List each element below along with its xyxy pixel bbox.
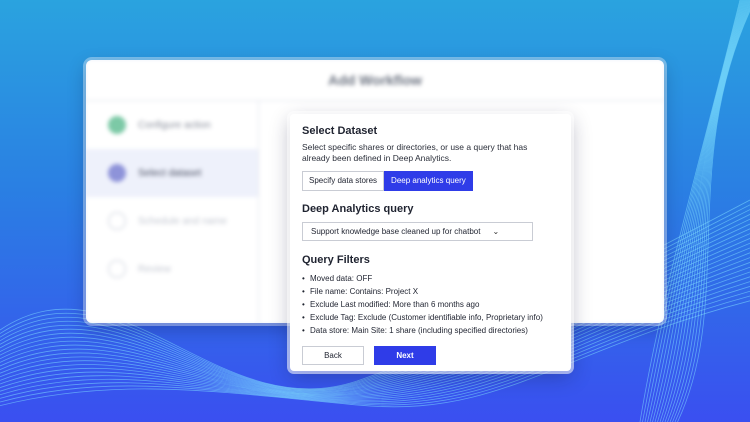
list-item: • Moved data: OFF [302,272,559,285]
query-filters-list: • Moved data: OFF • File name: Contains: P… [302,272,559,337]
filter-text: Data store: Main Site: 1 share (includin… [310,326,528,335]
query-section-title: Deep Analytics query [302,203,414,215]
bullet-icon: • [302,274,305,283]
dialog-title: Select Dataset [302,125,378,137]
filter-text: File name: Contains: Project X [310,287,419,296]
step-complete-icon [108,116,126,134]
dialog-description: Select specific shares or directories, o… [302,142,528,163]
step-label: Review [138,263,171,275]
select-dataset-dialog: Select Dataset Select specific shares or… [290,114,571,371]
step-pending-icon [108,260,126,278]
wave-line [657,0,748,422]
step-pending-icon [108,212,126,230]
back-button[interactable]: Back [302,346,364,365]
list-item: • File name: Contains: Project X [302,285,559,298]
bullet-icon: • [302,313,305,322]
query-select[interactable]: Support knowledge base cleaned up for ch… [302,222,533,241]
workflow-steps-sidebar: Configure action Select dataset Schedule… [86,101,259,323]
filter-text: Exclude Tag: Exclude (Customer identifia… [310,313,543,322]
bullet-icon: • [302,300,305,309]
step-select-dataset: Select dataset [86,149,258,197]
wave-line [662,0,750,422]
tab-deep-analytics-query[interactable]: Deep analytics query [384,171,473,191]
tab-specify-data-stores[interactable]: Specify data stores [302,171,385,191]
query-select-value: Support knowledge base cleaned up for ch… [311,227,481,236]
next-button[interactable]: Next [374,346,436,365]
filters-title: Query Filters [302,254,370,266]
step-configure-action: Configure action [86,101,258,149]
bullet-icon: • [302,287,305,296]
dataset-source-tabs: Specify data stores Deep analytics query [302,171,559,191]
list-item: • Data store: Main Site: 1 share (includi… [302,324,559,337]
background-window-title: Add Workflow [86,60,664,101]
step-schedule-and-name: Schedule and name [86,197,258,245]
list-item: • Exclude Tag: Exclude (Customer identifi… [302,311,559,324]
bullet-icon: • [302,326,305,335]
filter-text: Moved data: OFF [310,274,373,283]
step-label: Configure action [138,119,211,131]
step-review: Review [86,245,258,293]
step-active-icon [108,164,126,182]
step-label: Select dataset [138,167,202,179]
step-label: Schedule and name [138,215,227,227]
dialog-actions: Back Next [302,346,559,365]
chevron-down-icon: ⌄ [492,227,500,236]
filter-text: Exclude Last modified: More than 6 month… [310,300,480,309]
list-item: • Exclude Last modified: More than 6 mont… [302,298,559,311]
